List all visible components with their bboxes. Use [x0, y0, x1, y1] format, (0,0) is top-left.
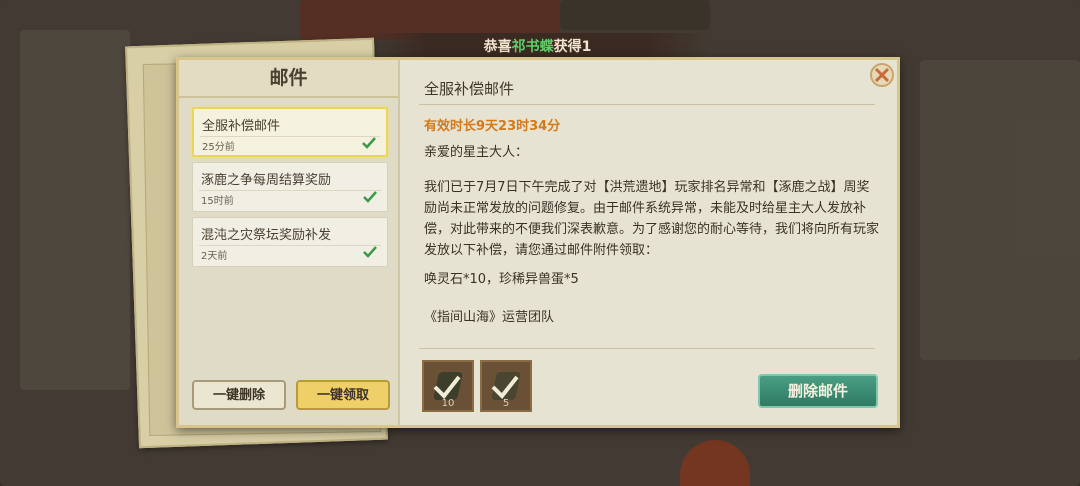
- mail-list-panel: 邮件 全服补偿邮件 25分前 涿鹿之争每周结算奖励 15时前 混沌之灾祭坛奖励补…: [179, 60, 400, 425]
- mail-dialog: 邮件 全服补偿邮件 25分前 涿鹿之争每周结算奖励 15时前 混沌之灾祭坛奖励补…: [176, 57, 900, 428]
- mail-item-time: 25分前: [202, 142, 235, 153]
- mail-item-title: 涿鹿之争每周结算奖励: [201, 173, 332, 188]
- header-divider: [419, 104, 875, 105]
- mail-item-time: 15时前: [201, 196, 234, 207]
- banner-prefix: 恭喜: [483, 39, 512, 55]
- attachment-slot[interactable]: 10: [422, 360, 474, 412]
- mail-item-divider: [199, 190, 381, 191]
- mail-item-time: 2天前: [201, 251, 228, 262]
- banner-player-name: 祁书蝶: [511, 39, 554, 55]
- attachment-quantity: 5: [502, 398, 510, 409]
- mail-title: 全服补偿邮件: [424, 80, 515, 98]
- delete-mail-button[interactable]: 删除邮件: [758, 374, 878, 408]
- delete-all-button[interactable]: 一键删除: [192, 380, 286, 410]
- read-check-icon: [362, 137, 376, 149]
- banner-suffix: 获得1: [553, 39, 592, 55]
- mail-rewards-text: 唤灵石*10，珍稀异兽蛋*5: [424, 272, 579, 287]
- mail-list-item[interactable]: 全服补偿邮件 25分前: [192, 107, 388, 157]
- claim-all-button[interactable]: 一键领取: [296, 380, 390, 410]
- read-check-icon: [363, 246, 377, 258]
- mail-body: 我们已于7月7日下午完成了对【洪荒遗地】玩家排名异常和【涿鹿之战】周奖励尚未正常…: [424, 180, 880, 258]
- mail-item-divider: [200, 136, 380, 137]
- mail-panel-title: 邮件: [179, 60, 398, 98]
- attachment-divider: [419, 348, 875, 349]
- mail-list-item[interactable]: 混沌之灾祭坛奖励补发 2天前: [192, 217, 388, 267]
- attachment-slot[interactable]: 5: [480, 360, 532, 412]
- read-check-icon: [363, 191, 377, 203]
- mail-signature: 《指间山海》运营团队: [424, 310, 555, 325]
- mail-item-title: 混沌之灾祭坛奖励补发: [201, 228, 332, 243]
- mail-list-item[interactable]: 涿鹿之争每周结算奖励 15时前: [192, 162, 388, 212]
- mail-item-divider: [199, 245, 381, 246]
- mail-validity: 有效时长9天23时34分: [424, 119, 561, 134]
- mail-greeting: 亲爱的星主大人：: [424, 145, 529, 160]
- attachment-quantity: 10: [441, 398, 455, 409]
- close-icon[interactable]: [868, 61, 896, 89]
- mail-item-title: 全服补偿邮件: [202, 119, 281, 134]
